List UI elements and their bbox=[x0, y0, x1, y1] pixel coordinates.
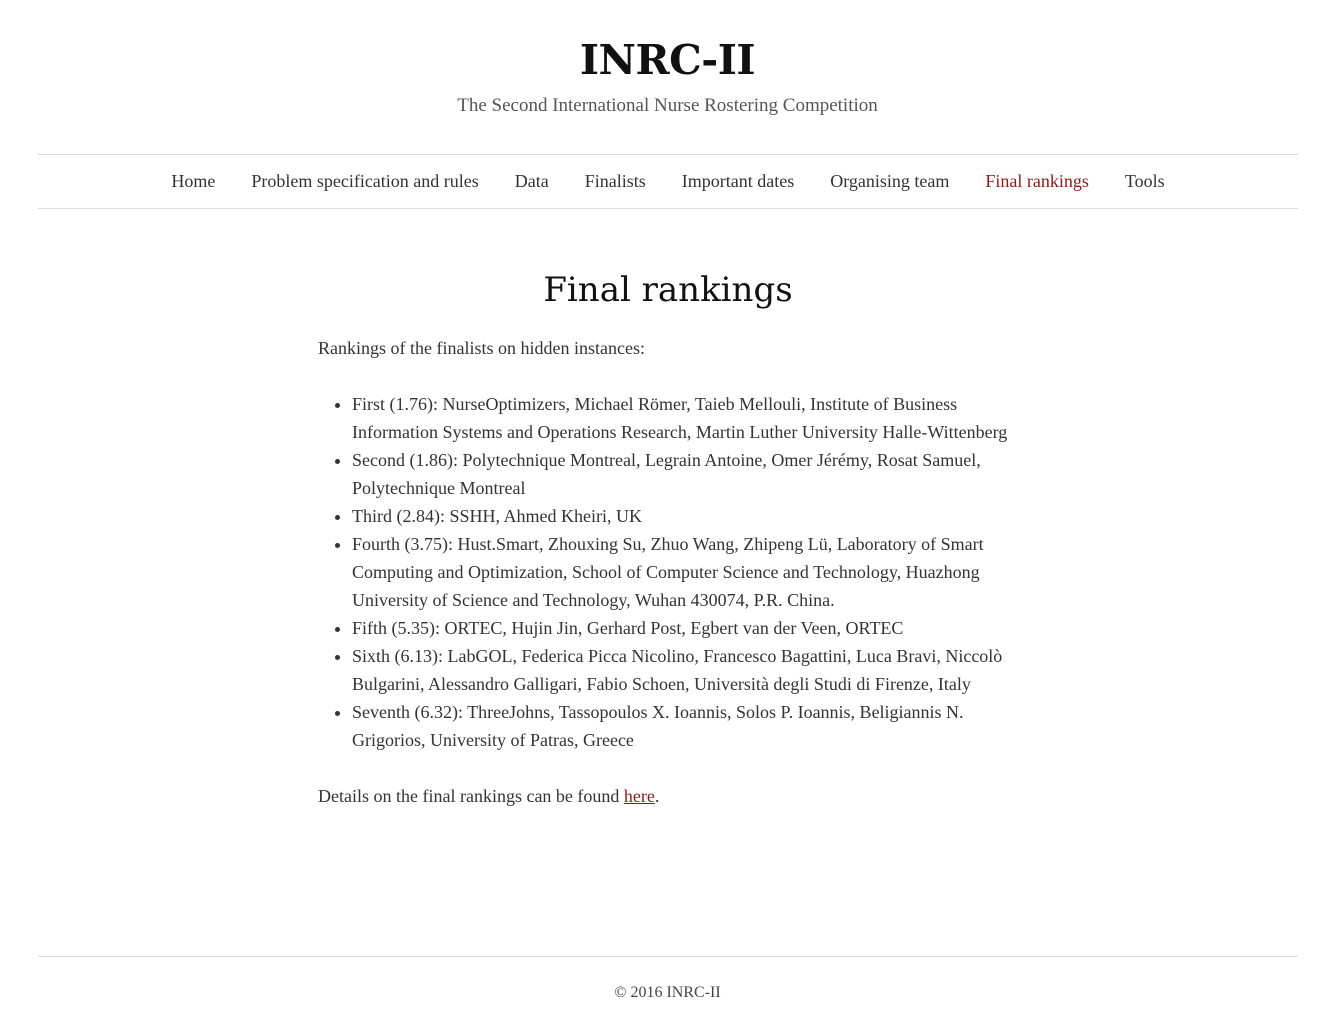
nav-item-finalists[interactable]: Finalists bbox=[585, 171, 646, 192]
nav-item-home[interactable]: Home bbox=[171, 171, 215, 192]
ranking-item-third: Third (2.84): SSHH, Ahmed Kheiri, UK bbox=[352, 502, 1018, 530]
nav-item-data[interactable]: Data bbox=[515, 171, 549, 192]
nav-item-tools[interactable]: Tools bbox=[1125, 171, 1165, 192]
site-tagline: The Second International Nurse Rostering… bbox=[457, 95, 878, 116]
main-navigation: Home Problem specification and rules Dat… bbox=[38, 154, 1298, 209]
site-header: INRC-II The Second International Nurse R… bbox=[0, 0, 1335, 118]
nav-item-organising-team[interactable]: Organising team bbox=[830, 171, 949, 192]
details-period: . bbox=[654, 786, 660, 806]
details-text: Details on the final rankings can be fou… bbox=[318, 786, 624, 806]
rankings-list: First (1.76): NurseOptimizers, Michael R… bbox=[318, 390, 1018, 754]
page-title: Final rankings bbox=[543, 270, 793, 310]
ranking-item-fifth: Fifth (5.35): ORTEC, Hujin Jin, Gerhard … bbox=[352, 614, 1018, 642]
nav-item-important-dates[interactable]: Important dates bbox=[682, 171, 794, 192]
details-here-link[interactable]: here bbox=[624, 786, 655, 806]
footer-divider bbox=[38, 956, 1298, 957]
ranking-item-fourth: Fourth (3.75): Hust.Smart, Zhouxing Su, … bbox=[352, 530, 1018, 614]
main-content: Final rankings Rankings of the finalists… bbox=[318, 262, 1018, 810]
footer: © 2016 INRC-II bbox=[0, 982, 1335, 1004]
intro-text: Rankings of the finalists on hidden inst… bbox=[318, 338, 645, 358]
ranking-item-second: Second (1.86): Polytechnique Montreal, L… bbox=[352, 446, 1018, 502]
ranking-item-first: First (1.76): NurseOptimizers, Michael R… bbox=[352, 390, 1018, 446]
ranking-item-sixth: Sixth (6.13): LabGOL, Federica Picca Nic… bbox=[352, 642, 1018, 698]
site-title: INRC-II bbox=[579, 36, 756, 84]
nav-item-problem-specification[interactable]: Problem specification and rules bbox=[251, 171, 478, 192]
details-paragraph: Details on the final rankings can be fou… bbox=[318, 782, 1018, 810]
footer-copyright: © 2016 INRC-II bbox=[614, 984, 721, 1001]
ranking-item-seventh: Seventh (6.32): ThreeJohns, Tassopoulos … bbox=[352, 698, 1018, 754]
nav-item-final-rankings[interactable]: Final rankings bbox=[985, 171, 1089, 192]
